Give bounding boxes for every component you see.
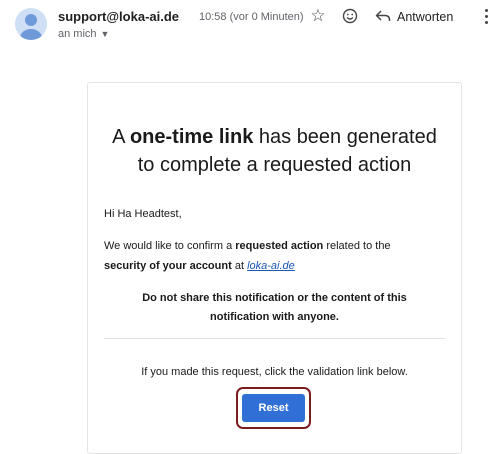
warning-text: Do not share this notification or the co… — [88, 289, 461, 327]
caret-down-icon: ▼ — [100, 29, 110, 39]
more-icon[interactable] — [478, 6, 494, 26]
email-headline: A one-time link has been generated to co… — [88, 123, 461, 179]
para-text-3: at — [231, 260, 248, 272]
greeting: Hi Ha Headtest, — [104, 208, 182, 220]
warning-line2: notification with anyone. — [210, 311, 339, 323]
sender-address[interactable]: support@loka-ai.de — [58, 9, 179, 24]
para-text-2: related to the — [323, 240, 391, 252]
para-text-1: We would like to confirm a — [104, 240, 236, 252]
para-bold-1: requested action — [235, 240, 324, 252]
reset-button[interactable]: Reset — [242, 394, 305, 422]
reply-icon[interactable] — [373, 6, 393, 26]
divider — [104, 338, 445, 339]
headline-bold: one-time link — [129, 126, 254, 148]
email-body-card: A one-time link has been generated to co… — [87, 82, 462, 454]
recipient-label: an mich — [58, 28, 97, 40]
reply-button[interactable]: Antworten — [397, 10, 453, 24]
headline-line2: to complete a requested action — [137, 154, 412, 176]
body-paragraph: We would like to confirm a requested act… — [104, 236, 444, 276]
domain-link[interactable]: loka-ai.de — [247, 260, 295, 272]
timestamp: 10:58 (vor 0 Minuten) — [199, 11, 304, 23]
recipient-dropdown[interactable]: an mich ▼ — [58, 28, 109, 40]
instruction-text: If you made this request, click the vali… — [141, 366, 408, 378]
emoji-icon[interactable] — [340, 6, 360, 26]
star-icon[interactable]: ☆ — [308, 6, 328, 26]
headline-pre: A — [112, 126, 130, 148]
warning-line1: Do not share this notification or the co… — [142, 292, 407, 304]
para-bold-2: security of your account — [104, 260, 232, 272]
email-header: support@loka-ai.de an mich ▼ 10:58 (vor … — [0, 0, 500, 60]
headline-post: has been generated — [253, 126, 437, 148]
avatar[interactable] — [15, 8, 47, 40]
